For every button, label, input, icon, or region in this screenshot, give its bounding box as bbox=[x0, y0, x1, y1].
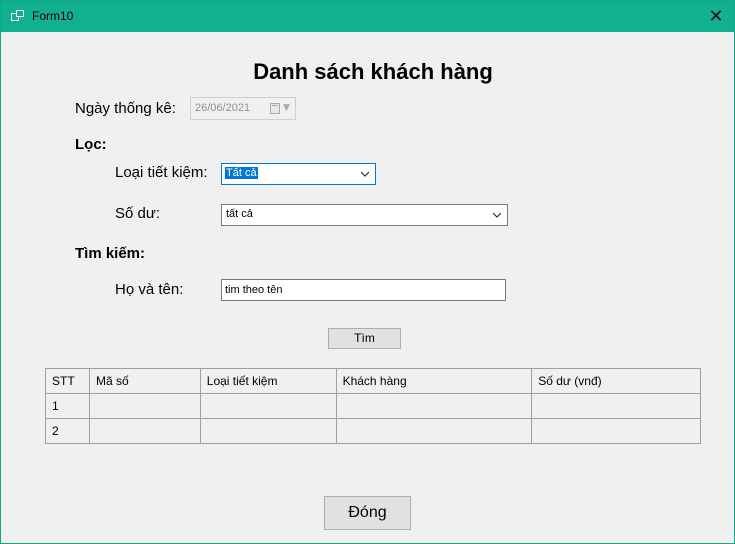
column-header[interactable]: Khách hàng bbox=[335, 368, 533, 394]
savings-type-label: Loại tiết kiệm: bbox=[115, 164, 208, 181]
balance-value: tất cả bbox=[226, 208, 253, 220]
filter-heading: Lọc: bbox=[75, 136, 107, 153]
form-window: Form10 ✕ Danh sách khách hàng Ngày thống… bbox=[0, 0, 735, 544]
chevron-down-icon bbox=[361, 171, 369, 177]
window-title: Form10 bbox=[32, 9, 74, 23]
column-header[interactable]: Loại tiết kiệm bbox=[199, 368, 337, 394]
column-header[interactable]: Mã số bbox=[88, 368, 201, 394]
close-button[interactable]: Đóng bbox=[324, 496, 411, 530]
title-bar[interactable]: Form10 ✕ bbox=[1, 1, 734, 32]
name-input-box[interactable] bbox=[221, 279, 506, 301]
chevron-down-icon: ▼ bbox=[283, 103, 290, 113]
balance-select[interactable]: tất cả bbox=[221, 204, 508, 226]
savings-type-select[interactable]: Tất cả bbox=[221, 163, 376, 185]
table-cell[interactable] bbox=[335, 393, 533, 419]
table-cell[interactable] bbox=[531, 393, 701, 419]
date-value: 26/06/2021 bbox=[195, 102, 251, 114]
table-cell[interactable]: 1 bbox=[45, 393, 90, 419]
table-header-row: STT Mã số Loại tiết kiệm Khách hàng Số d… bbox=[45, 368, 701, 394]
column-header[interactable]: Số dư (vnđ) bbox=[531, 368, 701, 394]
chevron-down-icon bbox=[493, 212, 501, 218]
page-title: Danh sách khách hàng bbox=[253, 59, 493, 84]
column-header[interactable]: STT bbox=[45, 368, 90, 394]
app-icon bbox=[11, 10, 25, 22]
close-icon[interactable]: ✕ bbox=[698, 1, 734, 32]
balance-label: Số dư: bbox=[115, 205, 161, 222]
customer-table: STT Mã số Loại tiết kiệm Khách hàng Số d… bbox=[45, 368, 701, 444]
date-label: Ngày thống kê: bbox=[75, 100, 176, 117]
table-cell[interactable] bbox=[199, 393, 337, 419]
table-cell[interactable] bbox=[335, 418, 533, 444]
name-label: Họ và tên: bbox=[115, 281, 184, 298]
table-row[interactable]: 1 bbox=[45, 393, 701, 419]
table-cell[interactable] bbox=[199, 418, 337, 444]
table-row[interactable]: 2 bbox=[45, 418, 701, 444]
table-cell[interactable] bbox=[88, 393, 201, 419]
table-cell[interactable] bbox=[531, 418, 701, 444]
date-picker: 26/06/2021 ▼ bbox=[190, 97, 296, 120]
table-cell[interactable] bbox=[88, 418, 201, 444]
table-cell[interactable]: 2 bbox=[45, 418, 90, 444]
savings-type-value: Tất cả bbox=[225, 167, 258, 179]
search-heading: Tìm kiếm: bbox=[75, 245, 146, 262]
name-input[interactable] bbox=[225, 283, 495, 297]
search-button[interactable]: Tìm bbox=[328, 328, 401, 349]
calendar-icon bbox=[270, 103, 280, 114]
